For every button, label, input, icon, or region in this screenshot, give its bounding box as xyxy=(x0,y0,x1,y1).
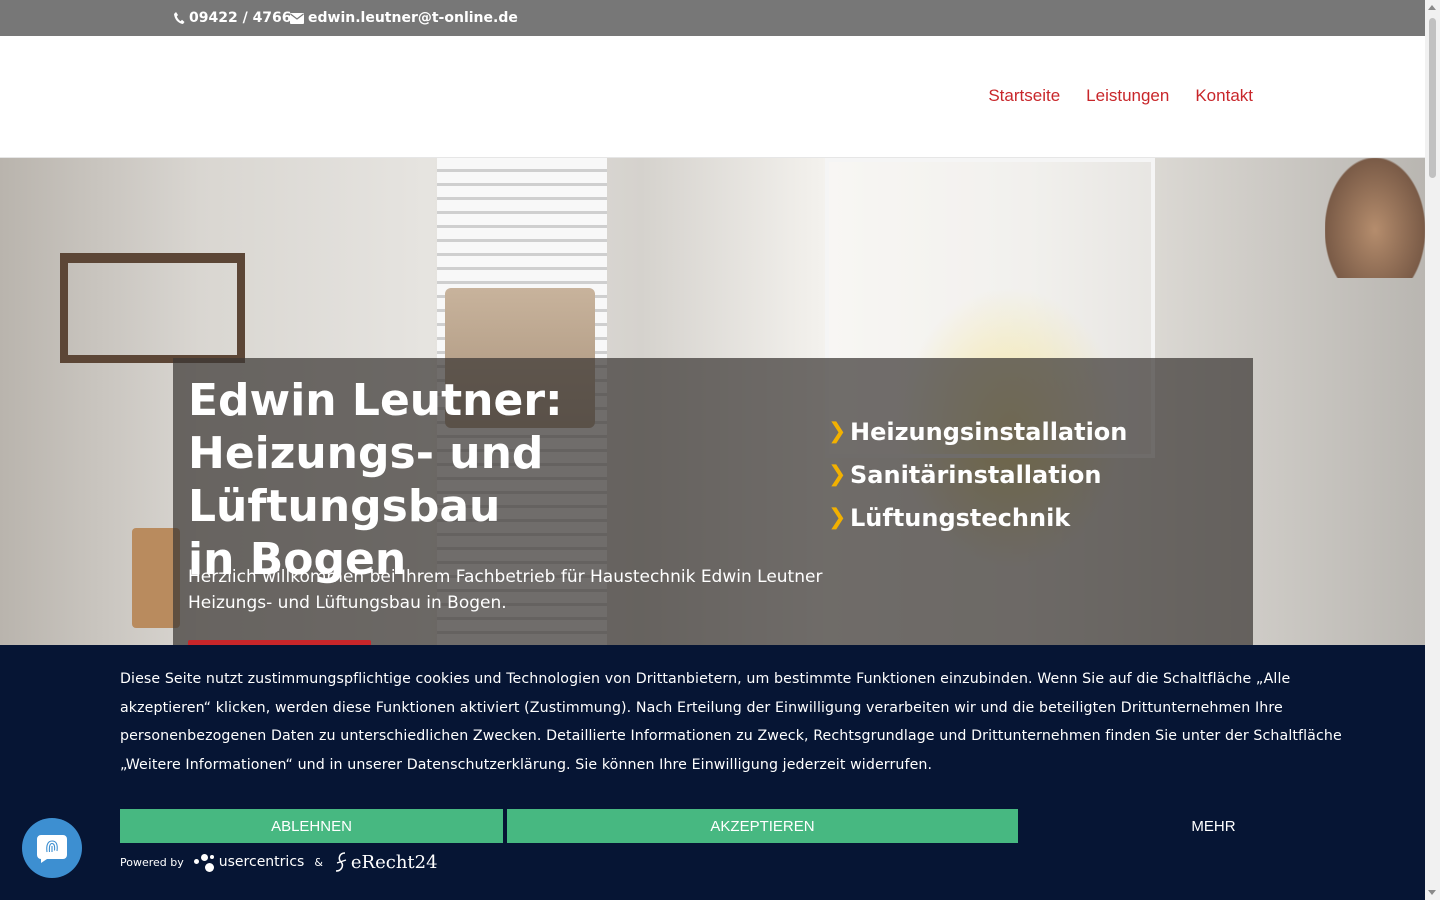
hero-background-shelf xyxy=(60,253,245,363)
top-contact-bar: 09422 / 4766 edwin.leutner@t-online.de xyxy=(0,0,1425,36)
usercentrics-label: usercentrics xyxy=(218,854,305,870)
deny-button[interactable]: ABLEHNEN xyxy=(120,809,503,843)
service-label: Lüftungstechnik xyxy=(850,503,1071,532)
erecht24-swirl-icon xyxy=(335,852,347,872)
service-item: ❯ Sanitärinstallation xyxy=(828,453,1127,496)
email-contact[interactable]: edwin.leutner@t-online.de xyxy=(290,10,518,26)
chevron-right-icon: ❯ xyxy=(828,462,847,487)
fingerprint-icon xyxy=(37,835,67,863)
phone-number: 09422 / 4766 xyxy=(189,10,292,26)
erecht24-label: eRecht24 xyxy=(350,851,438,873)
service-label: Heizungsinstallation xyxy=(850,417,1128,446)
nav-item-leistungen[interactable]: Leistungen xyxy=(1086,86,1169,106)
hero-content-box: Edwin Leutner: Heizungs- und Lüftungsbau… xyxy=(173,358,1253,645)
hero-title-line2: Heizungs- und Lüftungsbau xyxy=(188,428,544,532)
email-address: edwin.leutner@t-online.de xyxy=(308,10,518,26)
scroll-up-arrow-icon[interactable] xyxy=(1428,5,1436,10)
hero-text-line1: Herzlich willkommen bei Ihrem Fachbetrie… xyxy=(188,567,823,587)
hero-welcome-text: Herzlich willkommen bei Ihrem Fachbetrie… xyxy=(188,564,838,616)
cookie-consent-banner: Diese Seite nutzt zustimmungspflichtige … xyxy=(0,645,1425,900)
main-navigation: Startseite Leistungen Kontakt xyxy=(988,86,1253,106)
hero-title: Edwin Leutner: Heizungs- und Lüftungsbau… xyxy=(188,374,798,586)
service-label: Sanitärinstallation xyxy=(850,460,1102,489)
scroll-down-arrow-icon[interactable] xyxy=(1428,890,1436,895)
usercentrics-dots-icon xyxy=(193,851,216,873)
hero-background-statue xyxy=(1325,158,1425,278)
site-header: Startseite Leistungen Kontakt xyxy=(0,36,1425,158)
service-item: ❯ Heizungsinstallation xyxy=(828,410,1127,453)
powered-by-row: Powered by usercentrics & eRecht24 xyxy=(120,851,438,873)
chevron-right-icon: ❯ xyxy=(828,419,847,444)
services-list: ❯ Heizungsinstallation ❯ Sanitärinstalla… xyxy=(828,410,1127,539)
phone-icon xyxy=(174,12,185,24)
phone-contact[interactable]: 09422 / 4766 xyxy=(173,10,292,26)
nav-item-startseite[interactable]: Startseite xyxy=(988,86,1060,106)
chevron-right-icon: ❯ xyxy=(828,505,847,530)
hero-title-line1: Edwin Leutner: xyxy=(188,375,563,426)
hero-section: Edwin Leutner: Heizungs- und Lüftungsbau… xyxy=(0,158,1425,645)
usercentrics-logo[interactable]: usercentrics xyxy=(193,851,305,873)
vertical-scrollbar[interactable] xyxy=(1425,0,1440,900)
ampersand: & xyxy=(314,855,323,869)
scrollbar-thumb[interactable] xyxy=(1429,18,1436,178)
envelope-icon xyxy=(290,12,304,24)
privacy-settings-button[interactable] xyxy=(22,818,82,878)
service-item: ❯ Lüftungstechnik xyxy=(828,496,1127,539)
cookie-consent-text: Diese Seite nutzt zustimmungspflichtige … xyxy=(120,671,1342,773)
hero-text-line2: Heizungs- und Lüftungsbau in Bogen. xyxy=(188,593,507,613)
more-info-button[interactable]: MEHR xyxy=(1022,809,1405,843)
nav-item-kontakt[interactable]: Kontakt xyxy=(1195,86,1253,106)
powered-by-label: Powered by xyxy=(120,855,184,869)
erecht24-logo[interactable]: eRecht24 xyxy=(333,851,438,873)
accept-button[interactable]: AKZEPTIEREN xyxy=(507,809,1018,843)
